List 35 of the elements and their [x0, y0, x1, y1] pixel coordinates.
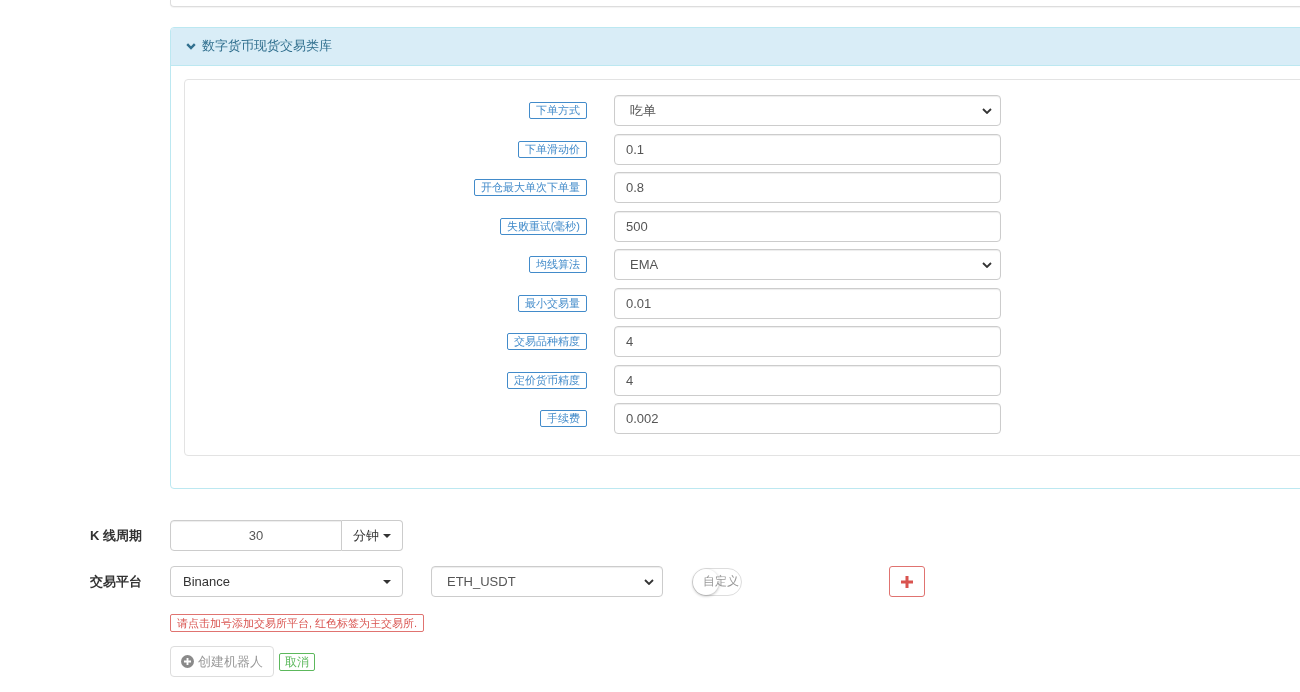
- text-input[interactable]: 0.1: [614, 133, 1001, 165]
- text-input[interactable]: 4: [614, 364, 1001, 396]
- field-label: 下单方式: [529, 102, 587, 119]
- field-label: 交易品种精度: [507, 333, 587, 350]
- dropdown-field[interactable]: EMA: [614, 249, 1001, 280]
- field-label: 失败重试(毫秒): [499, 217, 587, 235]
- field-label: 定价货币精度: [507, 371, 587, 389]
- text-input[interactable]: 4: [614, 326, 1001, 357]
- caret-icon: [383, 579, 391, 584]
- plus-icon: [901, 575, 913, 588]
- field-label: 交易平台: [89, 572, 142, 591]
- chevron-down-icon: [644, 578, 654, 585]
- period-input[interactable]: 30: [170, 520, 342, 551]
- hint-note: 请点击加号添加交易所平台, 红色标签为主交易所.: [170, 614, 425, 632]
- text-input[interactable]: 0.002: [614, 403, 1001, 434]
- platform-dropdown[interactable]: Binance: [170, 566, 403, 597]
- caret-icon: [383, 533, 391, 538]
- text-input[interactable]: 0.8: [614, 172, 1001, 203]
- panel-title[interactable]: 数字货币现货交易类库: [202, 38, 332, 55]
- field-label: 最小交易量: [518, 294, 587, 312]
- text-input[interactable]: 500: [614, 210, 1001, 242]
- unit-dropdown-button[interactable]: 分钟: [342, 520, 403, 551]
- field-label: K 线周期: [89, 526, 142, 545]
- chevron-down-icon[interactable]: [186, 43, 196, 50]
- plus-circle-icon: [181, 655, 194, 668]
- add-exchange-button[interactable]: [889, 566, 925, 597]
- field-label: 开仓最大单次下单量: [474, 179, 587, 196]
- chevron-down-icon: [982, 107, 992, 114]
- field-label: 均线算法: [529, 256, 587, 273]
- text-input[interactable]: 0.01: [614, 287, 1001, 319]
- field-label: 下单滑动价: [518, 140, 587, 158]
- field-label: 手续费: [540, 410, 587, 427]
- dropdown-field[interactable]: 吃单: [614, 95, 1001, 126]
- pair-dropdown[interactable]: ETH_USDT: [431, 566, 663, 597]
- chevron-down-icon: [982, 261, 992, 268]
